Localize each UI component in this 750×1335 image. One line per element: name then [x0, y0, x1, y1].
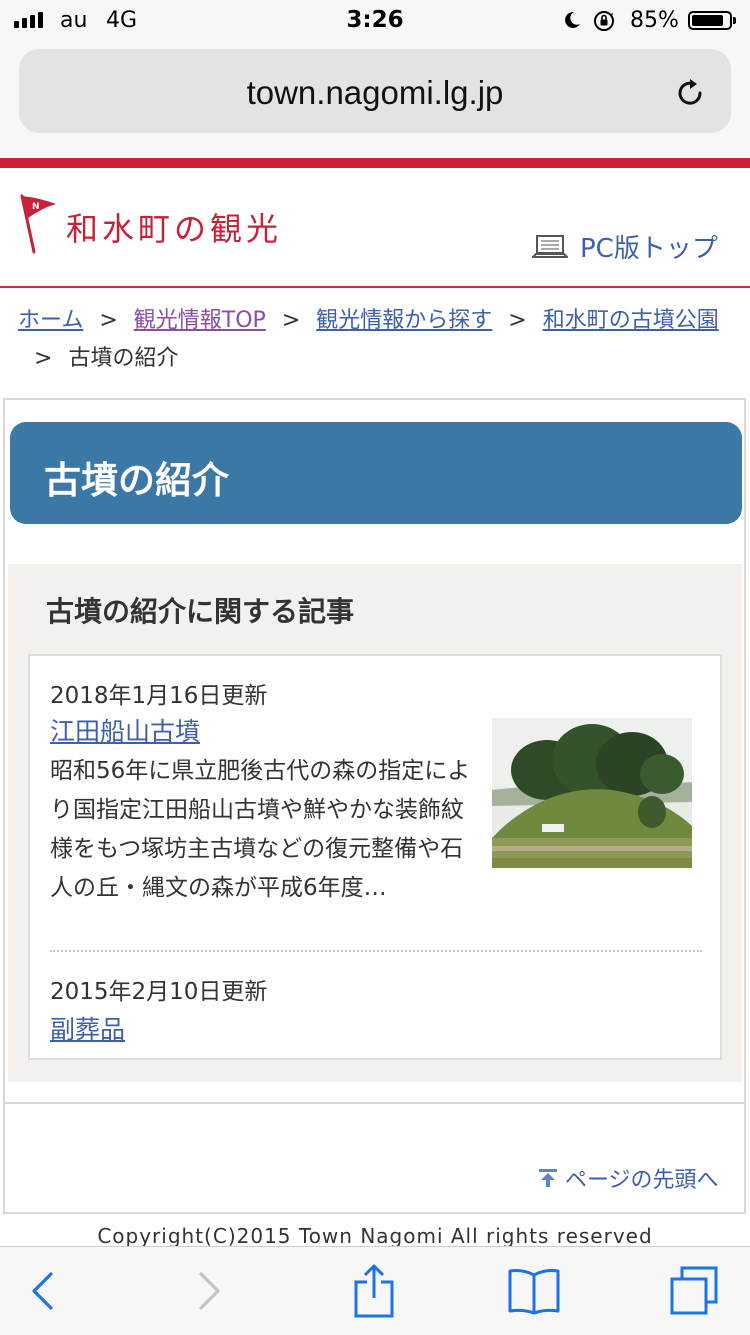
tabs-icon — [670, 1266, 718, 1315]
article-list: 2018年1月16日更新 江田船山古墳 昭和56年に県立肥後古代の森の指定により… — [28, 654, 722, 1060]
breadcrumb-separator: > — [34, 346, 53, 371]
forward-icon — [199, 1272, 220, 1310]
breadcrumb-separator: > — [99, 308, 118, 333]
article-description: 昭和56年に県立肥後古代の森の指定により国指定江田船山古墳や鮮やかな装飾紋様をも… — [50, 758, 471, 901]
status-bar: au 4G 3:26 85% — [0, 0, 750, 40]
breadcrumb-separator: > — [508, 308, 527, 333]
share-icon — [354, 1264, 394, 1318]
bookmarks-button[interactable] — [494, 1247, 574, 1335]
articles-panel: 古墳の紹介に関する記事 2018年1月16日更新 江田船山古墳 昭和56年に県立… — [8, 564, 742, 1082]
battery-percent: 85% — [630, 8, 679, 33]
pc-version-link[interactable]: PC版トップ — [532, 228, 718, 265]
breadcrumb-tourism-top[interactable]: 観光情報TOP — [134, 308, 266, 333]
svg-text:N: N — [32, 202, 40, 212]
breadcrumb-home[interactable]: ホーム — [18, 308, 83, 333]
article-updated-date: 2018年1月16日更新 — [50, 683, 268, 709]
page-title-banner: 古墳の紹介 — [10, 422, 742, 524]
copyright-text: Copyright(C)2015 Town Nagomi All rights … — [97, 1224, 653, 1248]
battery-tip — [733, 17, 736, 24]
breadcrumb-separator: > — [281, 308, 301, 333]
tabs-button[interactable] — [654, 1247, 734, 1335]
header-accent-line — [0, 158, 750, 168]
main-content: 古墳の紹介 古墳の紹介に関する記事 2018年1月16日更新 江田船山古墳 昭和… — [3, 398, 746, 1214]
back-button[interactable] — [2, 1247, 82, 1335]
articles-heading: 古墳の紹介に関する記事 — [46, 595, 355, 628]
site-logo[interactable]: 和水町の観光 — [66, 204, 282, 250]
back-to-top-link[interactable]: ページの先頭へ — [537, 1162, 719, 1194]
breadcrumb-search-tourism[interactable]: 観光情報から探す — [316, 308, 492, 333]
breadcrumb-kofun-park[interactable]: 和水町の古墳公園 — [543, 308, 719, 333]
address-bar[interactable]: town.nagomi.lg.jp — [19, 49, 731, 133]
article-title-link[interactable]: 江田船山古墳 — [50, 712, 200, 748]
back-to-top-label[interactable]: ページの先頭へ — [565, 1162, 719, 1194]
article-divider — [50, 950, 702, 952]
url-text[interactable]: town.nagomi.lg.jp — [19, 74, 731, 112]
battery-fill — [692, 15, 723, 26]
reload-icon[interactable] — [674, 76, 706, 110]
pc-version-label[interactable]: PC版トップ — [580, 228, 718, 265]
browser-top-bar: town.nagomi.lg.jp — [0, 40, 750, 158]
article-title-link[interactable]: 副葬品 — [50, 1010, 125, 1046]
share-button[interactable] — [334, 1247, 414, 1335]
forward-button[interactable] — [170, 1247, 250, 1335]
rotation-lock-icon — [594, 11, 614, 31]
site-header: N 和水町の観光 PC版トップ — [0, 168, 750, 288]
browser-toolbar — [0, 1246, 750, 1335]
back-icon — [32, 1272, 53, 1310]
moon-icon — [565, 11, 580, 28]
battery-icon — [688, 11, 732, 30]
section-divider — [5, 1102, 744, 1104]
bookmarks-icon — [508, 1269, 560, 1315]
flag-icon[interactable]: N — [18, 192, 60, 256]
laptop-icon — [532, 234, 568, 258]
article-updated-date: 2015年2月10日更新 — [50, 979, 268, 1005]
breadcrumb: ホーム > 観光情報TOP > 観光情報から探す > 和水町の古墳公園 > 古墳の紹介 — [18, 302, 732, 378]
burial-mound-photo[interactable] — [492, 718, 692, 868]
breadcrumb-current: 古墳の紹介 — [68, 346, 179, 371]
arrow-up-icon — [539, 1169, 557, 1187]
page-title: 古墳の紹介 — [44, 459, 229, 502]
